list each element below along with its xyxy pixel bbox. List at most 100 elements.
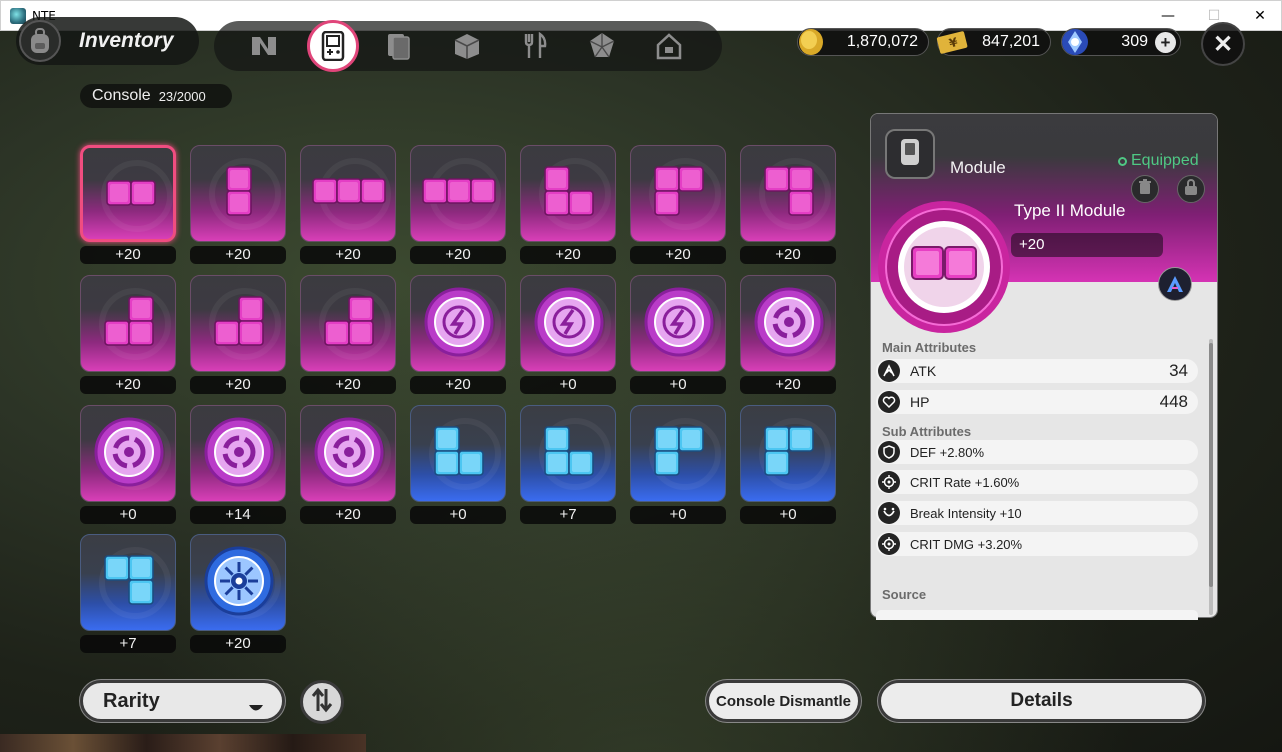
tab-food[interactable] — [514, 25, 556, 67]
console-item[interactable]: +0 — [80, 405, 176, 524]
lock-button[interactable] — [1177, 175, 1205, 203]
module-blocks-icon — [654, 166, 704, 216]
scrollbar-thumb[interactable] — [1209, 343, 1213, 587]
equipped-status: Equipped — [1118, 152, 1199, 170]
console-item[interactable]: +20 — [190, 534, 286, 653]
item-card — [630, 145, 726, 242]
item-card — [520, 405, 616, 502]
cube-icon — [587, 31, 617, 61]
item-level: +0 — [80, 506, 176, 524]
console-item[interactable]: +20 — [190, 275, 286, 394]
module-blocks-icon — [544, 166, 594, 216]
module-level: +20 — [1011, 233, 1163, 257]
trash-icon — [1138, 178, 1152, 200]
trash-button[interactable] — [1131, 175, 1159, 203]
attr-atk: ATK 34 — [876, 359, 1198, 383]
console-item[interactable]: +0 — [410, 405, 506, 524]
item-card — [300, 275, 396, 372]
attr-name: ATK — [910, 363, 937, 379]
console-item[interactable]: +7 — [80, 534, 176, 653]
console-item[interactable]: +14 — [190, 405, 286, 524]
sort-arrows-icon — [311, 687, 333, 718]
console-dismantle-button[interactable]: Console Dismantle — [706, 680, 861, 722]
sub-attributes-title: Sub Attributes — [882, 424, 972, 439]
box-icon — [453, 32, 481, 60]
console-item[interactable]: +7 — [520, 405, 616, 524]
currency-ticket: ¥ 847,201 — [936, 28, 1051, 56]
module-blocks-icon — [422, 178, 496, 204]
source-title: Source — [882, 587, 927, 602]
item-card — [520, 275, 616, 372]
console-item[interactable]: +0 — [740, 405, 836, 524]
category-tabbar — [214, 20, 722, 72]
attr-def: DEF +2.80% — [876, 440, 1198, 464]
hp-icon — [878, 391, 900, 413]
close-inventory-button[interactable]: ✕ — [1201, 22, 1245, 66]
console-item[interactable]: +0 — [520, 275, 616, 394]
console-item[interactable]: +20 — [190, 145, 286, 264]
console-label: Console — [92, 87, 151, 104]
module-blocks-icon — [654, 426, 704, 476]
attr-name: DEF +2.80% — [910, 444, 985, 460]
sort-dropdown[interactable]: Rarity — [80, 680, 285, 722]
item-card — [410, 145, 506, 242]
detail-scrollbar[interactable] — [1209, 339, 1213, 615]
tab-cards[interactable] — [377, 25, 419, 67]
item-card — [740, 145, 836, 242]
module-label: Module — [950, 158, 1006, 177]
minimize-button[interactable]: — — [1145, 1, 1191, 31]
item-card — [190, 145, 286, 242]
console-item[interactable]: +20 — [300, 275, 396, 394]
attr-crit-dmg: CRIT DMG +3.20% — [876, 532, 1198, 556]
console-item[interactable]: +20 — [520, 145, 616, 264]
item-level: +0 — [630, 506, 726, 524]
item-card — [190, 534, 286, 631]
console-item[interactable]: +20 — [410, 145, 506, 264]
console-item[interactable]: +20 — [410, 275, 506, 394]
attr-name: HP — [910, 394, 930, 410]
backpack-icon — [19, 20, 61, 62]
tab-box[interactable] — [446, 25, 488, 67]
tab-cube[interactable] — [581, 25, 623, 67]
tab-home[interactable] — [648, 25, 690, 67]
module-blocks-icon — [544, 426, 594, 476]
source-box — [876, 610, 1198, 620]
module-blocks-icon — [104, 555, 154, 605]
item-level: +20 — [630, 246, 726, 264]
item-level: +0 — [410, 506, 506, 524]
details-button[interactable]: Details — [878, 680, 1205, 722]
module-blocks-icon — [434, 426, 484, 476]
console-item[interactable]: +20 — [630, 145, 726, 264]
module-tab[interactable] — [885, 129, 935, 179]
console-item[interactable]: +0 — [630, 275, 726, 394]
item-level: +20 — [740, 376, 836, 394]
module-disc-icon — [94, 417, 164, 487]
console-item[interactable]: +20 — [740, 145, 836, 264]
console-item[interactable]: +20 — [300, 145, 396, 264]
attr-name: CRIT DMG +3.20% — [910, 536, 1023, 552]
console-item[interactable]: +0 — [630, 405, 726, 524]
console-item[interactable]: +20 — [80, 275, 176, 394]
add-crystal-button[interactable]: + — [1155, 32, 1176, 53]
break-icon — [878, 502, 900, 524]
equipped-text: Equipped — [1131, 152, 1199, 169]
item-level: +20 — [80, 376, 176, 394]
inventory-header: Inventory — [16, 17, 199, 65]
item-card — [740, 405, 836, 502]
sort-order-button[interactable] — [300, 680, 344, 724]
console-item[interactable]: +20 — [80, 145, 176, 264]
item-card — [300, 405, 396, 502]
gold-amount: 1,870,072 — [846, 33, 918, 50]
item-card — [410, 405, 506, 502]
module-disc-icon — [204, 417, 274, 487]
module-blocks-icon — [104, 296, 154, 346]
atk-icon — [878, 360, 900, 382]
console-item[interactable]: +20 — [740, 275, 836, 394]
tab-n-logo[interactable] — [243, 25, 285, 67]
tab-console[interactable] — [307, 20, 359, 72]
window-close-button[interactable]: ✕ — [1237, 1, 1282, 31]
item-level: +20 — [300, 506, 396, 524]
console-item[interactable]: +20 — [300, 405, 396, 524]
module-disc-icon — [204, 546, 274, 616]
crit-dmg-icon — [878, 533, 900, 555]
